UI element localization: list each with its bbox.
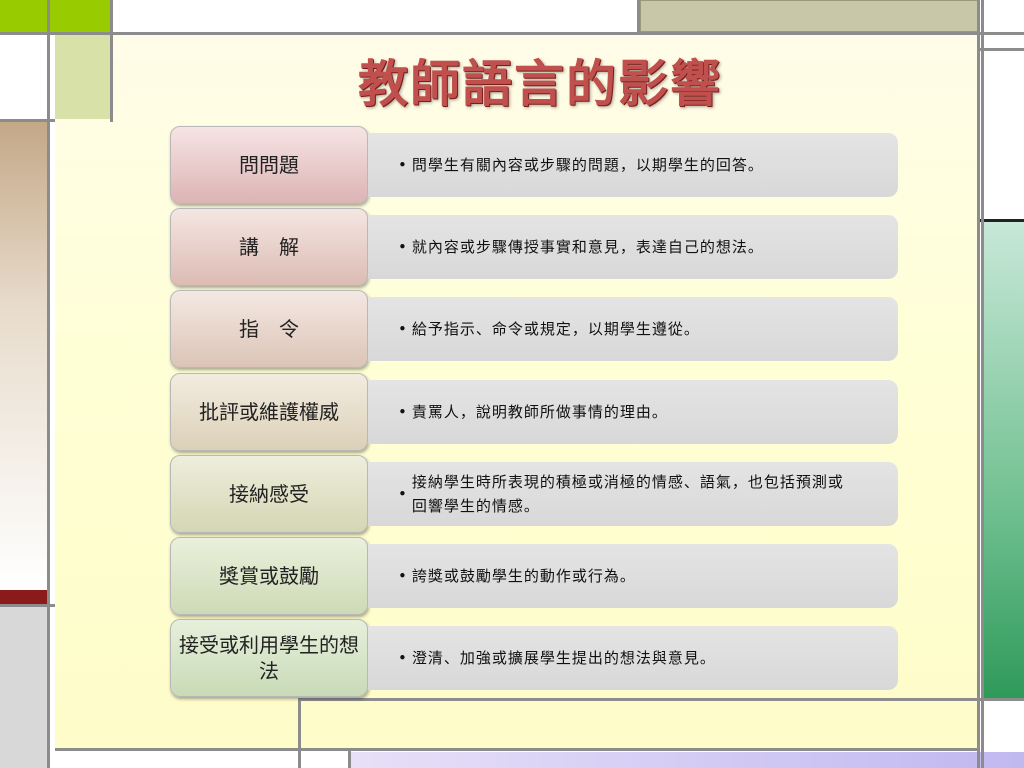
bullet: • <box>398 567 408 585</box>
row-label: 問問題 <box>170 126 368 204</box>
list-item: 獎賞或鼓勵 • 誇獎或鼓勵學生的動作或行為。 <box>170 537 900 619</box>
row-description: • 接納學生時所表現的積極或消極的情感、語氣，也包括預測或回響學生的情感。 <box>368 462 898 526</box>
frame-line <box>348 748 351 768</box>
list-item: 講 解 • 就內容或步驟傳授事實和意見，表達自己的想法。 <box>170 208 900 290</box>
row-label: 指 令 <box>170 290 368 368</box>
row-label: 批評或維護權威 <box>170 373 368 451</box>
bullet: • <box>398 403 408 421</box>
bullet: • <box>398 649 408 667</box>
bullet: • <box>398 320 408 338</box>
list-item: 批評或維護權威 • 責罵人，說明教師所做事情的理由。 <box>170 373 900 455</box>
row-description-text: 責罵人，說明教師所做事情的理由。 <box>411 403 668 421</box>
list-item: 指 令 • 給予指示、命令或規定，以期學生遵從。 <box>170 290 900 372</box>
bullet: • <box>398 156 408 174</box>
frame-line <box>55 748 980 751</box>
row-description-text: 問學生有關內容或步驟的問題，以期學生的回答。 <box>411 156 764 174</box>
row-description-text: 誇獎或鼓勵學生的動作或行為。 <box>411 567 636 585</box>
page-title: 教師語言的影響 <box>358 54 722 113</box>
row-label: 接受或利用學生的想法 <box>170 619 368 697</box>
decor-block-lavender <box>350 752 1024 768</box>
list-item: 問問題 • 問學生有關內容或步驟的問題，以期學生的回答。 <box>170 126 900 208</box>
frame-line <box>980 219 1024 222</box>
row-description: • 責罵人，說明教師所做事情的理由。 <box>368 380 898 444</box>
row-description: • 誇獎或鼓勵學生的動作或行為。 <box>368 544 898 608</box>
decor-block-darkred <box>0 590 47 604</box>
decor-block-sage-top <box>640 0 978 32</box>
frame-line <box>298 698 301 768</box>
frame-line <box>0 32 1024 35</box>
row-description: • 就內容或步驟傳授事實和意見，表達自己的想法。 <box>368 215 898 279</box>
row-description-text: 澄清、加強或擴展學生提出的想法與意見。 <box>411 649 716 667</box>
frame-line <box>980 698 1024 701</box>
row-description: • 澄清、加強或擴展學生提出的想法與意見。 <box>368 626 898 690</box>
frame-line <box>637 0 640 35</box>
row-label: 獎賞或鼓勵 <box>170 537 368 615</box>
row-description-text: 接納學生時所表現的積極或消極的情感、語氣，也包括預測或回響學生的情感。 <box>411 473 844 515</box>
list-item: 接受或利用學生的想法 • 澄清、加強或擴展學生提出的想法與意見。 <box>170 619 900 701</box>
decor-block-grey <box>0 604 47 768</box>
row-label: 講 解 <box>170 208 368 286</box>
list-item: 接納感受 • 接納學生時所表現的積極或消極的情感、語氣，也包括預測或回響學生的情… <box>170 455 900 537</box>
row-description-text: 給予指示、命令或規定，以期學生遵從。 <box>411 320 700 338</box>
decor-block-tan <box>0 122 47 590</box>
bullet: • <box>398 238 408 256</box>
decor-block-green-right <box>984 222 1024 698</box>
row-description: • 問學生有關內容或步驟的問題，以期學生的回答。 <box>368 133 898 197</box>
decor-block-green <box>0 0 110 32</box>
row-description-text: 就內容或步驟傳授事實和意見，表達自己的想法。 <box>411 238 764 256</box>
row-description: • 給予指示、命令或規定，以期學生遵從。 <box>368 297 898 361</box>
row-label: 接納感受 <box>170 455 368 533</box>
bullet: • <box>398 485 408 503</box>
